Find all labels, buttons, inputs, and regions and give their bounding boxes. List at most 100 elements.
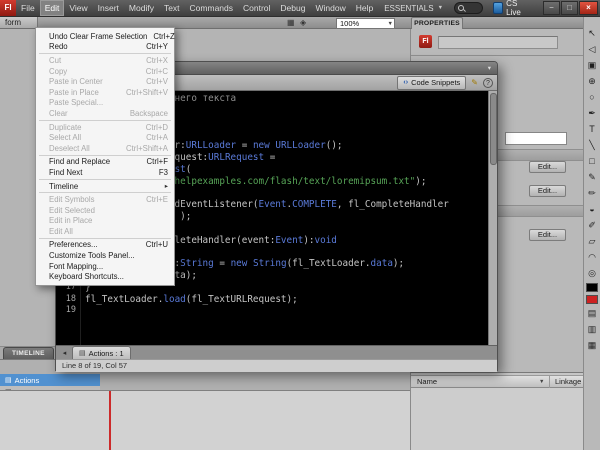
edit-menu-item[interactable]: Find NextF3 — [36, 167, 174, 178]
zoom-tool-icon[interactable]: ◎ — [586, 267, 599, 280]
help-icon[interactable]: ? — [483, 78, 493, 88]
edit-menu-item[interactable]: ClearBackspace — [36, 108, 174, 119]
edit-menu-item[interactable]: RedoCtrl+Y — [36, 42, 174, 53]
menubar-item-commands[interactable]: Commands — [185, 0, 238, 16]
search-input[interactable] — [454, 2, 483, 14]
line-number: 18 — [56, 294, 76, 306]
pin-script-icon[interactable]: ✎ — [471, 78, 478, 87]
paint-bucket-tool-icon[interactable]: ◒ — [586, 203, 599, 216]
menubar-item-control[interactable]: Control — [238, 0, 275, 16]
edit-menu-item[interactable]: Preferences...Ctrl+U — [36, 240, 174, 251]
panel-menu-icon[interactable]: ▾ — [488, 64, 491, 72]
menubar-item-insert[interactable]: Insert — [93, 0, 124, 16]
code-snippets-button[interactable]: ‹› Code Snippets — [397, 76, 466, 90]
document-tab[interactable]: form — [0, 17, 38, 28]
edit-menu-item[interactable]: Edit Selected — [36, 205, 174, 216]
edit-menu-item[interactable]: Find and ReplaceCtrl+F — [36, 157, 174, 168]
stroke-color-swatch[interactable] — [586, 283, 598, 292]
menubar-item-file[interactable]: File — [16, 0, 40, 16]
flash-application-window: Fl FileEditViewInsertModifyTextCommandsC… — [0, 0, 600, 450]
3d-rotation-tool-icon[interactable]: ⊕ — [586, 75, 599, 88]
edit-menu-item[interactable]: Deselect AllCtrl+Shift+A — [36, 143, 174, 154]
edit-menu-item[interactable]: Paste in CenterCtrl+V — [36, 76, 174, 87]
menubar-item-debug[interactable]: Debug — [275, 0, 310, 16]
column-divider[interactable] — [549, 376, 550, 388]
dock-panel-icon-2[interactable]: ▥ — [586, 323, 599, 336]
zoom-combo[interactable]: 100% ▼ — [336, 18, 395, 29]
zoom-value: 100% — [340, 19, 359, 28]
menu-item-label: Timeline — [49, 182, 78, 191]
restore-button[interactable]: □ — [561, 1, 578, 15]
edit-symbol-icon[interactable]: ◈ — [300, 18, 306, 28]
document-class-field[interactable] — [505, 132, 567, 145]
rectangle-tool-icon[interactable]: □ — [586, 155, 599, 168]
edit-menu-item[interactable]: Paste Special... — [36, 98, 174, 109]
script-navigator-collapse-icon[interactable]: ◂ — [59, 348, 70, 359]
workspace-switcher-button[interactable]: ESSENTIALS ▼ — [378, 4, 449, 13]
app-icon: Fl — [0, 0, 16, 16]
edit-menu-item[interactable]: Customize Tools Panel... — [36, 250, 174, 261]
menubar-item-help[interactable]: Help — [351, 0, 378, 16]
line-tool-icon[interactable]: ╲ — [586, 139, 599, 152]
dock-panel-icon-3[interactable]: ▦ — [586, 339, 599, 352]
vertical-scrollbar[interactable] — [488, 91, 497, 345]
hand-tool-icon[interactable]: ◠ — [586, 251, 599, 264]
menu-item-shortcut: Ctrl+V — [140, 77, 168, 86]
cs-live-icon — [493, 2, 503, 14]
edit-menu-item[interactable]: Keyboard Shortcuts... — [36, 271, 174, 282]
tab-properties[interactable]: PROPERTIES — [411, 17, 463, 29]
menu-item-label: Font Mapping... — [49, 262, 103, 271]
edit-menu-item[interactable]: DuplicateCtrl+D — [36, 122, 174, 133]
close-button[interactable]: × — [579, 1, 598, 15]
library-column-name[interactable]: Name — [417, 376, 437, 388]
zoom-dropdown-icon: ▼ — [388, 20, 393, 29]
edit-scene-icon[interactable]: ▦ — [287, 18, 295, 28]
stage-area[interactable] — [0, 390, 410, 450]
pencil-tool-icon[interactable]: ✎ — [586, 171, 599, 184]
selection-tool-icon[interactable]: ↖ — [586, 27, 599, 40]
edit-menu-item[interactable]: Select AllCtrl+A — [36, 132, 174, 143]
library-column-linkage[interactable]: Linkage — [555, 376, 581, 388]
lasso-tool-icon[interactable]: ○ — [586, 91, 599, 104]
free-transform-tool-icon[interactable]: ▣ — [586, 59, 599, 72]
code-snippets-label: Code Snippets — [411, 78, 460, 87]
edit-menu-item[interactable]: CutCtrl+X — [36, 55, 174, 66]
code-token: new — [253, 140, 270, 151]
edit-menu-item[interactable]: Undo Clear Frame SelectionCtrl+Z — [36, 31, 174, 42]
edit-menu-item[interactable]: Paste in PlaceCtrl+Shift+V — [36, 87, 174, 98]
edit-menu-item[interactable]: Edit SymbolsCtrl+E — [36, 194, 174, 205]
edit-button[interactable]: Edit... — [529, 161, 566, 173]
menubar-item-window[interactable]: Window — [310, 0, 350, 16]
eyedropper-tool-icon[interactable]: ✐ — [586, 219, 599, 232]
menubar-item-modify[interactable]: Modify — [124, 0, 159, 16]
cs-live-button[interactable]: CS Live — [488, 0, 533, 17]
fill-color-swatch[interactable] — [586, 295, 598, 304]
menubar-item-edit[interactable]: Edit — [40, 0, 65, 16]
brush-tool-icon[interactable]: ✏ — [586, 187, 599, 200]
minimize-button[interactable]: − — [543, 1, 560, 15]
code-token: Event — [275, 235, 303, 246]
timeline-layer-actions[interactable]: ▤Actions — [0, 374, 100, 386]
edit-button[interactable]: Edit... — [529, 229, 566, 241]
sort-arrow-icon: ▼ — [539, 376, 544, 388]
edit-menu-item[interactable]: Timeline▸ — [36, 181, 174, 192]
menubar-item-view[interactable]: View — [64, 0, 92, 16]
edit-menu-item[interactable]: Edit in Place — [36, 216, 174, 227]
edit-menu-item[interactable]: CopyCtrl+C — [36, 66, 174, 77]
tab-actions-frame[interactable]: ▤ Actions : 1 — [72, 346, 131, 359]
text-tool-icon[interactable]: T — [586, 123, 599, 136]
library-item-list[interactable] — [411, 388, 584, 450]
document-name-field[interactable] — [438, 36, 558, 49]
scrollbar-thumb[interactable] — [490, 93, 497, 165]
layer-name: Actions — [15, 376, 40, 385]
menu-item-label: Duplicate — [49, 123, 82, 132]
edit-menu-item[interactable]: Font Mapping... — [36, 261, 174, 272]
subselection-tool-icon[interactable]: ◁ — [586, 43, 599, 56]
timeline-layer-layer-1[interactable]: ▤Layer 1 — [0, 386, 100, 390]
eraser-tool-icon[interactable]: ▱ — [586, 235, 599, 248]
pen-tool-icon[interactable]: ✒ — [586, 107, 599, 120]
dock-panel-icon-1[interactable]: ▤ — [586, 307, 599, 320]
menubar-item-text[interactable]: Text — [159, 0, 185, 16]
edit-menu-item[interactable]: Edit All — [36, 226, 174, 237]
edit-button[interactable]: Edit... — [529, 185, 566, 197]
